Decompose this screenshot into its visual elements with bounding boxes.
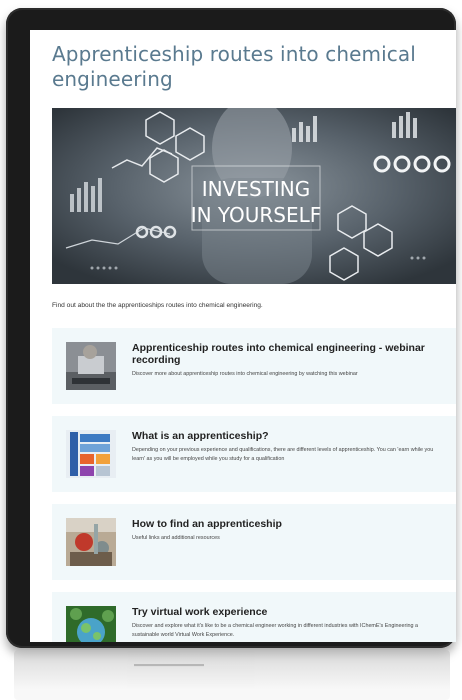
apprenticeship-levels-thumbnail-image — [66, 430, 116, 478]
webinar-thumbnail-image — [66, 342, 116, 390]
resource-card-what-is-apprenticeship[interactable]: What is an apprenticeship? Depending on … — [52, 416, 456, 492]
hero-headline-line-2: IN YOURSELF — [191, 203, 322, 227]
card-title[interactable]: How to find an apprenticeship — [132, 518, 442, 530]
resource-card-virtual-work-experience[interactable]: Try virtual work experience Discover and… — [52, 592, 456, 642]
find-apprenticeship-thumbnail-image — [66, 518, 116, 566]
tablet-frame: Apprenticeship routes into chemical engi… — [6, 8, 456, 648]
hero-headline-line-1: INVESTING — [202, 177, 310, 201]
resource-card-webinar[interactable]: Apprenticeship routes into chemical engi… — [52, 328, 456, 404]
hero-banner-image: INVESTING IN YOURSELF — [52, 108, 456, 284]
page-title: Apprenticeship routes into chemical engi… — [52, 42, 416, 91]
card-description: Discover more about apprenticeship route… — [132, 371, 358, 377]
page-screen: Apprenticeship routes into chemical engi… — [30, 30, 456, 642]
card-title[interactable]: Apprenticeship routes into chemical engi… — [132, 342, 442, 366]
reflection-text: ▬▬▬▬▬▬▬▬▬▬ — [134, 662, 204, 669]
virtual-work-experience-thumbnail-image — [66, 606, 116, 642]
card-description: Depending on your previous experience an… — [132, 447, 434, 462]
card-title[interactable]: What is an apprenticeship? — [132, 430, 442, 442]
card-title[interactable]: Try virtual work experience — [132, 606, 442, 618]
card-description: Useful links and additional resources — [132, 535, 220, 541]
intro-text: Find out about the the apprenticeships r… — [52, 302, 263, 309]
device-reflection: ▬▬▬▬▬▬▬▬▬▬ — [14, 650, 450, 700]
resource-card-find-apprenticeship[interactable]: How to find an apprenticeship Useful lin… — [52, 504, 456, 580]
card-description: Discover and explore what it's like to b… — [132, 623, 419, 638]
